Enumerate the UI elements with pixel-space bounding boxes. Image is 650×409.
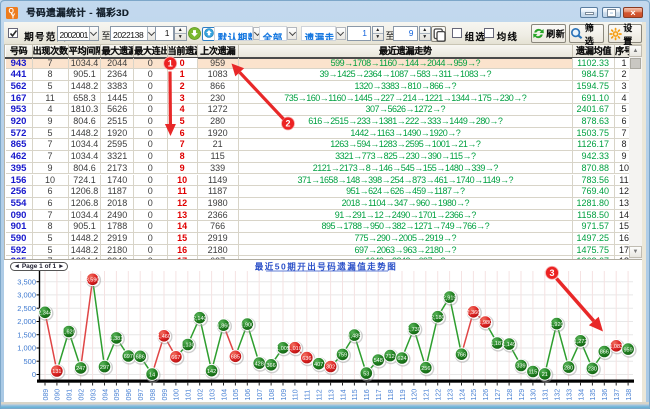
- svg-text:2: 2: [285, 119, 290, 129]
- svg-text:3: 3: [549, 268, 554, 278]
- svg-text:1: 1: [168, 59, 173, 69]
